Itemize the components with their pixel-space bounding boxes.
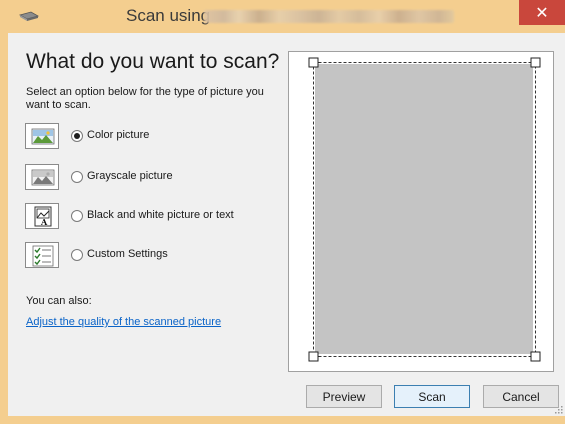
scan-preview-pane[interactable]	[288, 51, 554, 372]
color-picture-icon[interactable]	[25, 123, 59, 149]
title-bar[interactable]: Scan using ✕	[0, 0, 565, 33]
black-white-picture-icon[interactable]: A	[25, 203, 59, 229]
custom-settings-icon[interactable]	[25, 242, 59, 268]
cancel-button[interactable]: Cancel	[483, 385, 559, 408]
scan-dialog: Scan using ✕ What do you want to scan? S…	[0, 0, 565, 424]
crop-handle-bottom-right	[530, 351, 541, 362]
grayscale-picture-icon[interactable]	[25, 164, 59, 190]
scanner-icon	[18, 11, 40, 21]
black-white-picture-label[interactable]: Black and white picture or text	[87, 209, 234, 221]
close-icon: ✕	[535, 3, 549, 22]
window-title: Scan using	[126, 6, 211, 25]
instructions-text: Select an option below for the type of p…	[26, 86, 264, 111]
custom-settings-radio[interactable]	[71, 249, 83, 261]
close-button[interactable]: ✕	[519, 0, 565, 25]
color-picture-radio[interactable]	[71, 130, 83, 142]
dialog-body: What do you want to scan? Select an opti…	[8, 33, 565, 416]
scan-button[interactable]: Scan	[394, 385, 470, 408]
black-white-picture-radio[interactable]	[71, 210, 83, 222]
scanner-name-redacted	[204, 10, 454, 23]
page-title: What do you want to scan?	[26, 50, 280, 73]
crop-handle-top-right	[530, 57, 541, 68]
color-picture-label[interactable]: Color picture	[87, 129, 149, 141]
resize-grip-icon[interactable]	[553, 404, 563, 414]
custom-settings-label[interactable]: Custom Settings	[87, 248, 168, 260]
adjust-quality-link[interactable]: Adjust the quality of the scanned pictur…	[26, 316, 221, 328]
grayscale-picture-label[interactable]: Grayscale picture	[87, 170, 173, 182]
grayscale-picture-radio[interactable]	[71, 171, 83, 183]
preview-button[interactable]: Preview	[306, 385, 382, 408]
scanned-page-area	[315, 64, 533, 354]
crop-handle-bottom-left	[308, 351, 319, 362]
radio-selected-dot	[74, 133, 80, 139]
you-can-also-label: You can also:	[26, 295, 92, 307]
svg-text:A: A	[40, 217, 48, 227]
crop-handle-top-left	[308, 57, 319, 68]
